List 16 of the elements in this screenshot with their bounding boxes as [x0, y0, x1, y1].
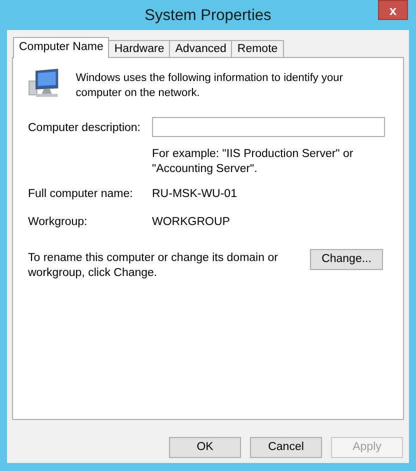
field-value: RU-MSK-WU-01 — [152, 187, 238, 202]
field-label: Workgroup: — [28, 214, 88, 230]
close-button[interactable]: x — [378, 0, 408, 20]
tab[interactable]: Computer Name — [13, 37, 110, 58]
field-value: WORKGROUP — [152, 214, 231, 230]
window-title: System Properties — [144, 6, 272, 26]
hint-text: For example: "IIS Production Server" or "Accounting Server". — [152, 147, 354, 178]
field-label: Full computer name: — [28, 187, 134, 202]
dialog-button[interactable]: OK — [169, 437, 241, 458]
rename-text: To rename this computer or change its domain or workgroup, click Change. — [28, 250, 278, 281]
intro-text: Windows uses the following information to identify your computer on the network. — [76, 71, 344, 101]
field-label: Computer description: — [28, 121, 142, 136]
dialog-button[interactable]: Cancel — [250, 437, 322, 458]
tab[interactable]: Remote — [231, 40, 284, 57]
change-button[interactable]: Change... — [310, 248, 383, 270]
description-field[interactable] — [152, 117, 385, 137]
